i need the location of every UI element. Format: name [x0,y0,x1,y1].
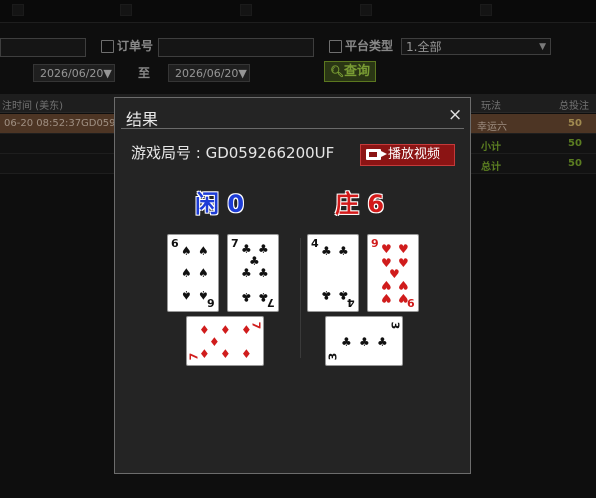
heart-icon: ♥ [398,278,409,292]
spade-icon: ♠ [181,288,192,302]
video-camera-icon [366,149,387,160]
game-round-label: 游戏局号 : GD059266200UF [131,144,335,162]
diamond-icon: ♦ [220,323,231,337]
club-icon: ♣ [377,335,388,349]
heart-icon: ♥ [381,278,392,292]
club-icon: ♣ [321,288,332,302]
club-icon: ♣ [338,288,349,302]
heart-icon: ♥ [398,291,409,305]
spade-icon: ♠ [181,266,192,280]
club-icon: ♣ [321,244,332,258]
club-icon: ♣ [341,335,352,349]
card-rank: 3 [388,321,402,330]
banker-card-1: 4 4 ♣ ♣ ♣ ♣ [307,234,359,312]
heart-icon: ♥ [381,242,392,256]
diamond-icon: ♦ [199,347,210,361]
close-icon[interactable]: × [448,105,462,125]
club-icon: ♣ [258,266,269,280]
heart-icon: ♥ [398,242,409,256]
banker-card-2: 9 9 ♥ ♥ ♥ ♥ ♥ ♥ ♥ ♥ ♥ [367,234,419,312]
player-card-1: 6 6 ♠ ♠ ♠ ♠ ♠ ♠ [167,234,219,312]
club-icon: ♣ [241,266,252,280]
card-rank: 7 [231,237,239,250]
spade-icon: ♠ [198,266,209,280]
card-rank: 7 [249,321,263,330]
player-card-2: 7 7 ♣ ♣ ♣ ♣ ♣ ♣ ♣ [227,234,279,312]
play-video-button[interactable]: 播放视频 [360,144,455,166]
diamond-icon: ♦ [241,323,252,337]
diamond-icon: ♦ [220,347,231,361]
player-card-3: 7 7 ♦ ♦ ♦ ♦ ♦ ♦ ♦ [186,316,264,366]
card-rank: 6 [171,237,179,250]
banker-card-3: 3 3 ♣ ♣ ♣ [325,316,403,366]
diamond-icon: ♦ [241,347,252,361]
result-modal: 结果 × 游戏局号 : GD059266200UF 播放视频 闲 0 庄 6 6… [114,97,471,474]
spade-icon: ♠ [198,288,209,302]
card-rank: 9 [371,237,379,250]
card-rank: 4 [311,237,319,250]
club-icon: ♣ [338,244,349,258]
card-rank: 3 [326,352,340,361]
club-icon: ♣ [258,290,269,304]
spade-icon: ♠ [181,244,192,258]
club-icon: ♣ [241,290,252,304]
modal-title: 结果 [126,110,159,129]
play-video-label: 播放视频 [388,147,441,162]
diamond-icon: ♦ [209,335,220,349]
hand-divider [300,238,301,358]
club-icon: ♣ [359,335,370,349]
player-score: 闲 0 [195,190,245,218]
modal-divider [121,128,464,129]
heart-icon: ♥ [381,291,392,305]
banker-score: 庄 6 [335,190,385,218]
card-rank: 7 [187,352,201,361]
spade-icon: ♠ [198,244,209,258]
